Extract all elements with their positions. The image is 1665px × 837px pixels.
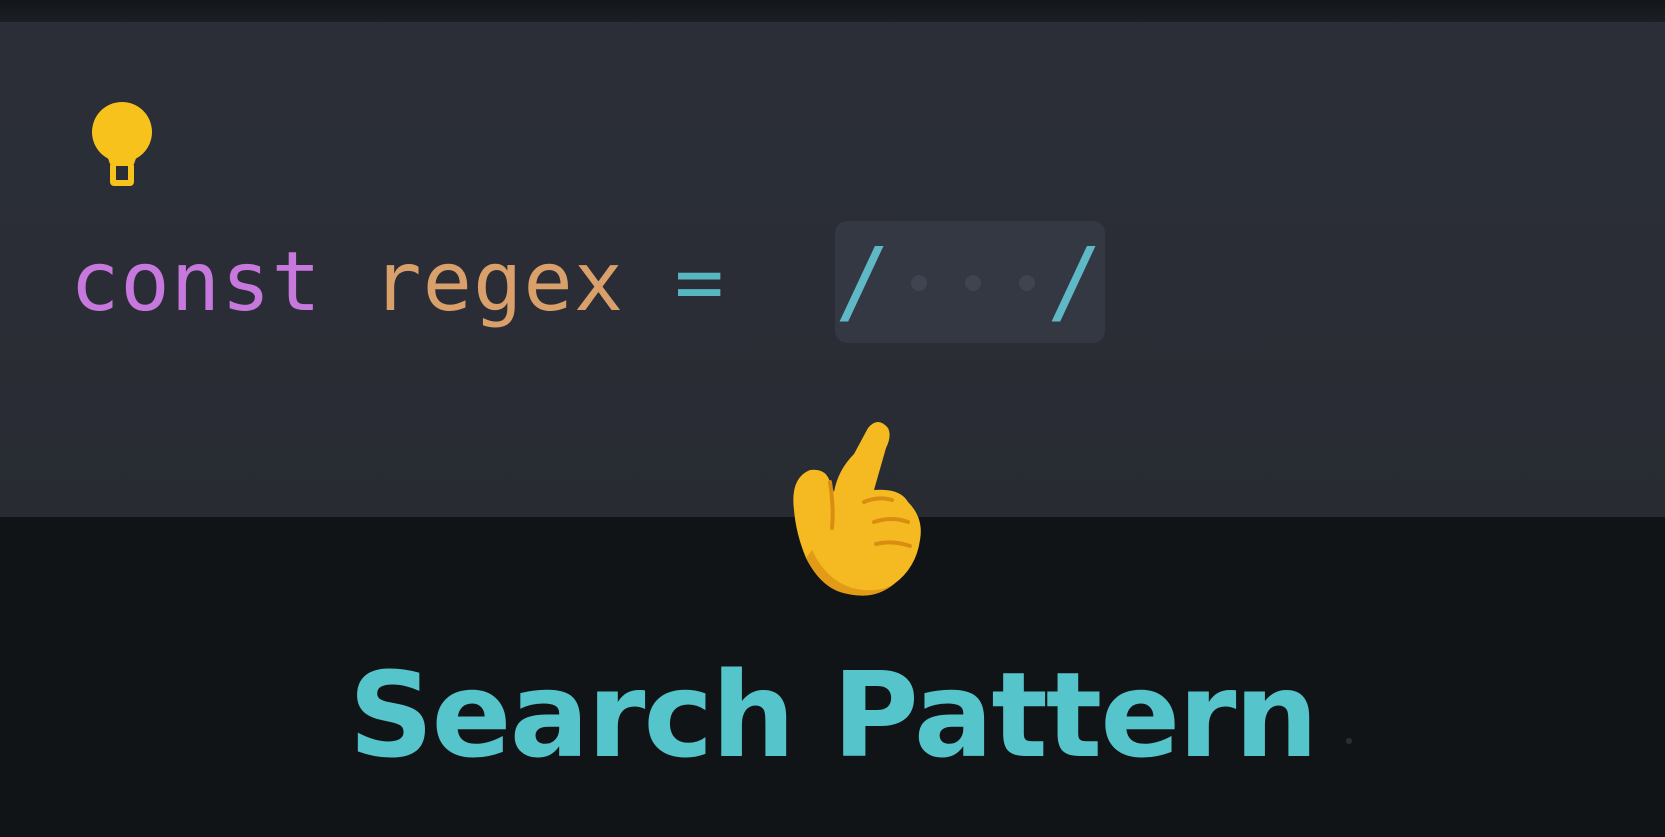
decorative-dot (1346, 738, 1352, 744)
regex-literal-placeholder: / / (835, 221, 1105, 343)
pointing-hand-icon (793, 422, 921, 596)
code-line: const regex = (70, 228, 725, 338)
lightbulb-icon (92, 102, 152, 186)
keyword-const: const (70, 235, 322, 330)
top-bar (0, 0, 1665, 22)
video-frame: const regex = / / Search Pattern (0, 0, 1665, 837)
regex-close-slash: / (1047, 228, 1103, 335)
placeholder-dot (965, 275, 981, 291)
assignment-operator: = (674, 235, 725, 330)
caption-title: Search Pattern (348, 646, 1319, 784)
identifier-regex: regex (372, 235, 625, 330)
placeholder-dot (1019, 275, 1035, 291)
regex-open-slash: / (835, 228, 891, 335)
placeholder-dot (911, 275, 927, 291)
